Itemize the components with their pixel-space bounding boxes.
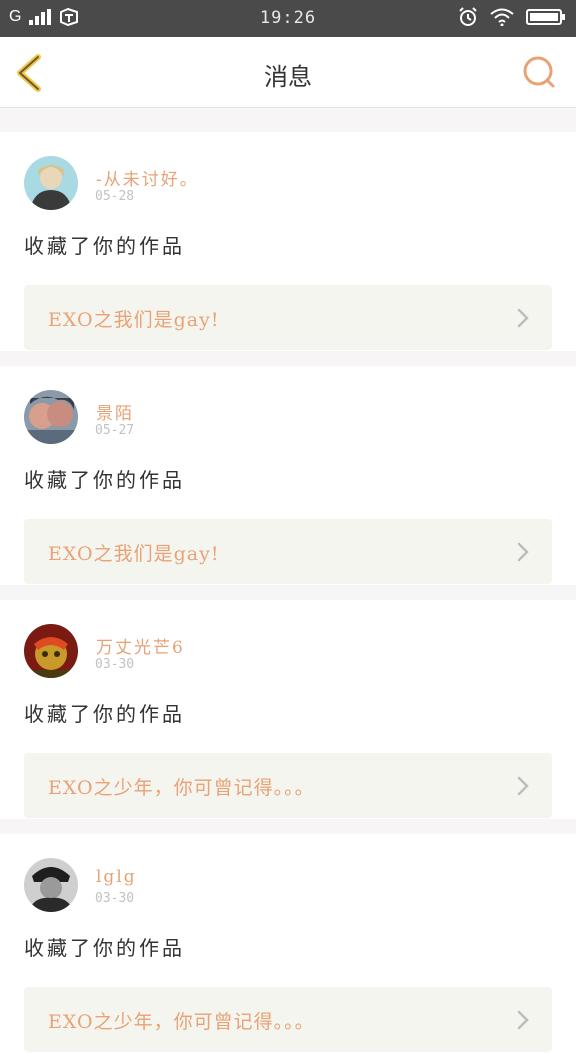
avatar[interactable] — [24, 624, 78, 678]
work-title: EXO之我们是gay! — [48, 543, 220, 565]
chevron-right-icon — [517, 1010, 529, 1030]
message-date: 05-27 — [95, 423, 135, 438]
work-link[interactable]: EXO之我们是gay! — [24, 285, 552, 350]
message-date: 05-28 — [95, 189, 135, 204]
work-link[interactable]: EXO之少年，你可曾记得。。。 — [24, 753, 552, 818]
action-text: 收藏了你的作品 — [24, 234, 185, 258]
alarm-icon — [459, 7, 477, 26]
work-link[interactable]: EXO之我们是gay! — [24, 519, 552, 584]
work-title: EXO之少年，你可曾记得。。。 — [48, 777, 315, 799]
work-link[interactable]: EXO之少年，你可曾记得。。。 — [24, 987, 552, 1052]
battery-icon — [526, 9, 565, 25]
search-icon[interactable] — [522, 55, 556, 89]
wifi-icon — [490, 8, 514, 26]
status-bar: G 19:26 — [0, 0, 576, 37]
avatar[interactable] — [24, 390, 78, 444]
page-title: 消息 — [264, 63, 312, 91]
chevron-right-icon — [517, 308, 529, 328]
avatar[interactable] — [24, 858, 78, 912]
action-text: 收藏了你的作品 — [24, 936, 185, 960]
work-title: EXO之少年，你可曾记得。。。 — [48, 1011, 315, 1033]
username[interactable]: lglg — [96, 867, 137, 887]
status-right — [458, 7, 566, 27]
message-item: 万丈光芒6 03-30 收藏了你的作品 EXO之少年，你可曾记得。。。 — [0, 600, 576, 819]
work-title: EXO之我们是gay! — [48, 309, 220, 331]
message-item: lglg 03-30 收藏了你的作品 EXO之少年，你可曾记得。。。 — [0, 834, 576, 1053]
username[interactable]: 景陌 — [96, 399, 134, 424]
message-date: 03-30 — [95, 891, 135, 906]
message-item: 景陌 05-27 收藏了你的作品 EXO之我们是gay! — [0, 366, 576, 585]
avatar[interactable] — [24, 156, 78, 210]
username[interactable]: 万丈光芒6 — [96, 633, 185, 658]
username[interactable]: -从未讨好。 — [96, 165, 199, 190]
chevron-right-icon — [517, 776, 529, 796]
message-item: -从未讨好。 05-28 收藏了你的作品 EXO之我们是gay! — [0, 132, 576, 351]
message-date: 03-30 — [95, 657, 135, 672]
chevron-right-icon — [517, 542, 529, 562]
action-text: 收藏了你的作品 — [24, 468, 185, 492]
action-text: 收藏了你的作品 — [24, 702, 185, 726]
nav-bar: 消息 — [0, 37, 576, 108]
